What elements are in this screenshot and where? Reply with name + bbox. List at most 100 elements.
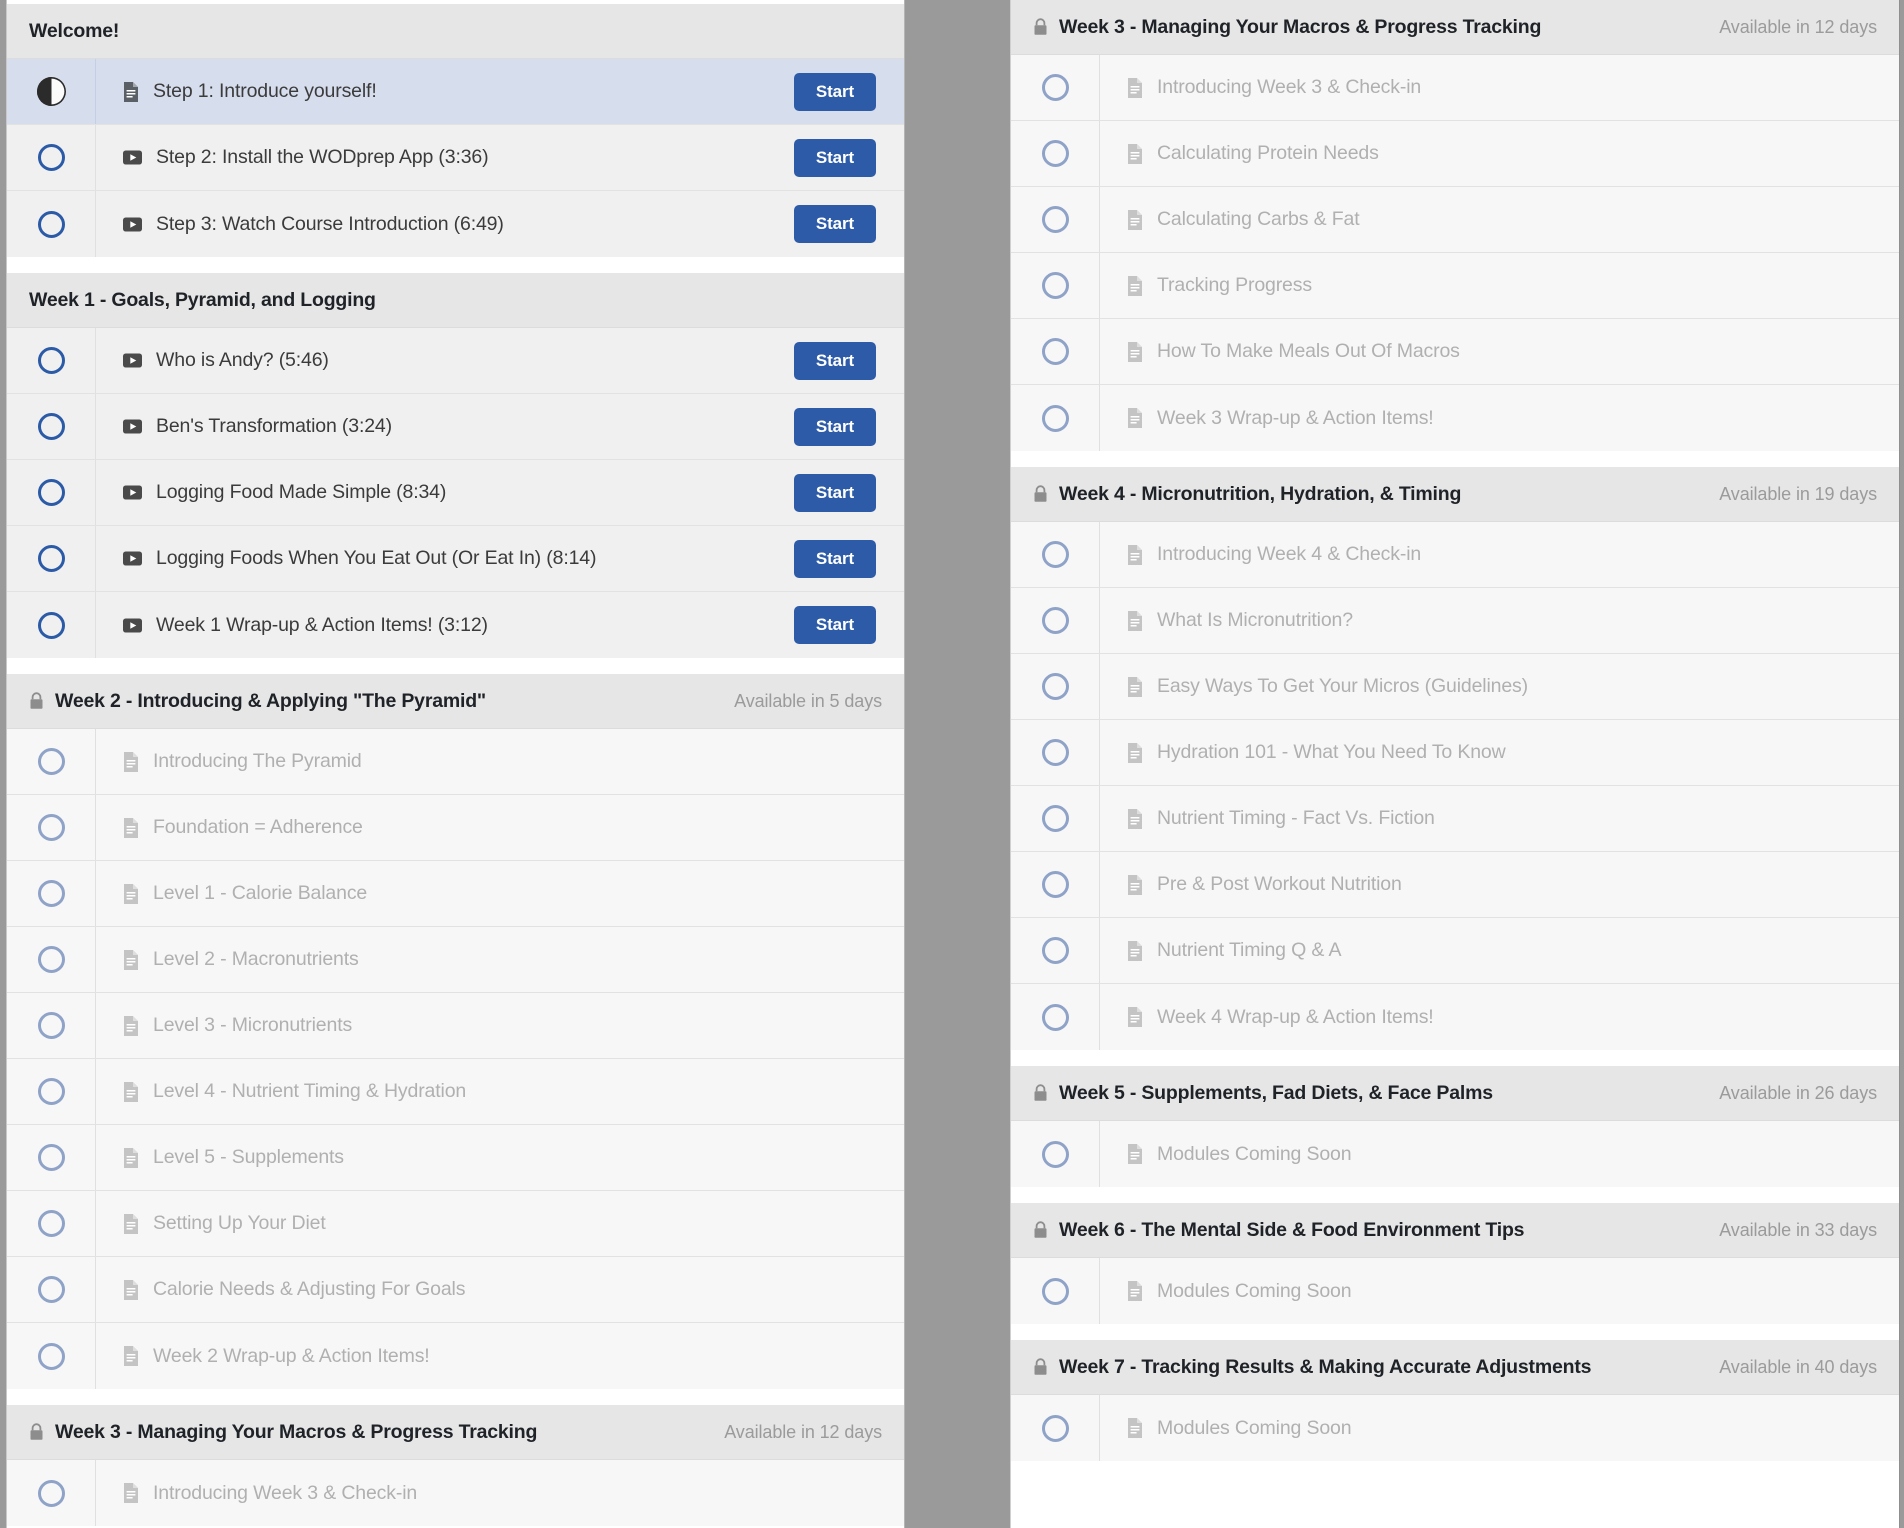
lesson-row[interactable]: How To Make Meals Out Of Macros: [1011, 319, 1899, 385]
lesson-row[interactable]: Easy Ways To Get Your Micros (Guidelines…: [1011, 654, 1899, 720]
lesson-row[interactable]: Week 4 Wrap-up & Action Items!: [1011, 984, 1899, 1050]
lesson-title: Step 3: Watch Course Introduction (6:49): [156, 212, 504, 235]
lesson-row[interactable]: Step 1: Introduce yourself! Start: [7, 59, 904, 125]
lesson-row[interactable]: Modules Coming Soon: [1011, 1395, 1899, 1461]
progress-indicator-empty[interactable]: [37, 1342, 65, 1370]
progress-indicator-empty[interactable]: [1041, 1277, 1069, 1305]
lesson-row[interactable]: Introducing Week 4 & Check-in: [1011, 522, 1899, 588]
progress-indicator-empty[interactable]: [37, 880, 65, 907]
progress-indicator-empty[interactable]: [1041, 541, 1069, 568]
section-header[interactable]: Week 5 - Supplements, Fad Diets, & Face …: [1011, 1066, 1899, 1121]
progress-indicator-empty[interactable]: [37, 347, 65, 374]
start-button[interactable]: Start: [794, 138, 876, 177]
lesson-title: Calculating Protein Needs: [1157, 142, 1379, 164]
progress-indicator-empty[interactable]: [37, 413, 65, 440]
progress-indicator-empty[interactable]: [1041, 739, 1069, 766]
lesson-row[interactable]: Ben's Transformation (3:24) Start: [7, 394, 904, 460]
progress-indicator-empty[interactable]: [37, 814, 65, 841]
progress-indicator-empty[interactable]: [37, 748, 65, 775]
lesson-row[interactable]: Foundation = Adherence: [7, 795, 904, 861]
lesson-row[interactable]: Level 3 - Micronutrients: [7, 993, 904, 1059]
section-header[interactable]: Week 3 - Managing Your Macros & Progress…: [7, 1405, 904, 1460]
progress-indicator-empty[interactable]: [1041, 1003, 1069, 1031]
lesson-row[interactable]: Introducing Week 3 & Check-in: [7, 1460, 904, 1526]
section-header[interactable]: Welcome!: [7, 4, 904, 59]
lesson-row[interactable]: Week 2 Wrap-up & Action Items!: [7, 1323, 904, 1389]
start-button[interactable]: Start: [794, 72, 876, 111]
lesson-title: Setting Up Your Diet: [153, 1212, 326, 1234]
lesson-row[interactable]: Calorie Needs & Adjusting For Goals: [7, 1257, 904, 1323]
progress-indicator-empty[interactable]: [1041, 1414, 1069, 1442]
progress-indicator-empty[interactable]: [37, 1078, 65, 1105]
progress-indicator-empty[interactable]: [37, 144, 65, 171]
progress-indicator-empty[interactable]: [1041, 272, 1069, 299]
lesson-row[interactable]: Level 5 - Supplements: [7, 1125, 904, 1191]
lesson-row[interactable]: Step 2: Install the WODprep App (3:36) St…: [7, 125, 904, 191]
lesson-row[interactable]: Introducing The Pyramid: [7, 729, 904, 795]
lesson-status-cell: [7, 328, 95, 393]
lesson-title: Step 1: Introduce yourself!: [153, 80, 377, 102]
lesson-status-cell: [7, 125, 95, 190]
lesson-row[interactable]: Pre & Post Workout Nutrition: [1011, 852, 1899, 918]
progress-indicator-empty[interactable]: [1041, 871, 1069, 898]
progress-indicator-empty[interactable]: [1041, 140, 1069, 167]
progress-indicator-empty[interactable]: [37, 1210, 65, 1237]
section-title: Week 3 - Managing Your Macros & Progress…: [55, 1420, 538, 1443]
progress-indicator-empty[interactable]: [37, 545, 65, 572]
lock-icon: [1033, 1084, 1048, 1102]
start-button[interactable]: Start: [794, 606, 876, 644]
lock-icon: [1033, 18, 1048, 36]
lesson-row[interactable]: Modules Coming Soon: [1011, 1258, 1899, 1324]
lesson-row[interactable]: Logging Food Made Simple (8:34) Start: [7, 460, 904, 526]
lesson-row[interactable]: Level 4 - Nutrient Timing & Hydration: [7, 1059, 904, 1125]
section-title: Welcome!: [29, 19, 120, 42]
section-header[interactable]: Week 2 - Introducing & Applying "The Pyr…: [7, 674, 904, 729]
start-button[interactable]: Start: [794, 407, 876, 446]
progress-indicator-empty[interactable]: [1041, 607, 1069, 634]
lesson-row[interactable]: Nutrient Timing - Fact Vs. Fiction: [1011, 786, 1899, 852]
progress-indicator-empty[interactable]: [37, 479, 65, 506]
lesson-action-cell: Start: [794, 138, 904, 177]
lesson-row[interactable]: Who is Andy? (5:46) Start: [7, 328, 904, 394]
progress-indicator-empty[interactable]: [37, 946, 65, 973]
progress-indicator-empty[interactable]: [37, 1276, 65, 1303]
progress-indicator-empty[interactable]: [37, 210, 65, 238]
section-header[interactable]: Week 7 - Tracking Results & Making Accur…: [1011, 1340, 1899, 1395]
lesson-row[interactable]: Calculating Protein Needs: [1011, 121, 1899, 187]
progress-indicator-empty[interactable]: [1041, 1140, 1069, 1168]
lesson-row[interactable]: Week 1 Wrap-up & Action Items! (3:12) Sta…: [7, 592, 904, 658]
lesson-row[interactable]: Modules Coming Soon: [1011, 1121, 1899, 1187]
lesson-row[interactable]: Week 3 Wrap-up & Action Items!: [1011, 385, 1899, 451]
lesson-row[interactable]: Tracking Progress: [1011, 253, 1899, 319]
progress-indicator-empty[interactable]: [1041, 673, 1069, 700]
lesson-row[interactable]: Introducing Week 3 & Check-in: [1011, 55, 1899, 121]
progress-indicator-empty[interactable]: [1041, 338, 1069, 365]
progress-indicator-empty[interactable]: [37, 1479, 65, 1507]
lesson-row[interactable]: Setting Up Your Diet: [7, 1191, 904, 1257]
progress-indicator-empty[interactable]: [1041, 937, 1069, 964]
section-header[interactable]: Week 4 - Micronutrition, Hydration, & Ti…: [1011, 467, 1899, 522]
lesson-row[interactable]: Step 3: Watch Course Introduction (6:49)…: [7, 191, 904, 257]
section-header[interactable]: Week 6 - The Mental Side & Food Environm…: [1011, 1203, 1899, 1258]
lesson-row[interactable]: Level 1 - Calorie Balance: [7, 861, 904, 927]
lesson-row[interactable]: Nutrient Timing Q & A: [1011, 918, 1899, 984]
start-button[interactable]: Start: [794, 473, 876, 512]
start-button[interactable]: Start: [794, 539, 876, 578]
progress-indicator-empty[interactable]: [37, 1012, 65, 1039]
lesson-row[interactable]: Hydration 101 - What You Need To Know: [1011, 720, 1899, 786]
section-header[interactable]: Week 3 - Managing Your Macros & Progress…: [1011, 0, 1899, 55]
lesson-row[interactable]: Logging Foods When You Eat Out (Or Eat I…: [7, 526, 904, 592]
progress-indicator-empty[interactable]: [37, 1144, 65, 1171]
section-header[interactable]: Week 1 - Goals, Pyramid, and Logging: [7, 273, 904, 328]
progress-indicator-empty[interactable]: [1041, 805, 1069, 832]
progress-indicator-half[interactable]: [36, 77, 66, 106]
lesson-row[interactable]: Calculating Carbs & Fat: [1011, 187, 1899, 253]
start-button[interactable]: Start: [794, 341, 876, 380]
progress-indicator-empty[interactable]: [1041, 404, 1069, 432]
progress-indicator-empty[interactable]: [1041, 74, 1069, 101]
lesson-row[interactable]: Level 2 - Macronutrients: [7, 927, 904, 993]
start-button[interactable]: Start: [794, 205, 876, 243]
progress-indicator-empty[interactable]: [1041, 206, 1069, 233]
progress-indicator-empty[interactable]: [37, 611, 65, 639]
lesson-row[interactable]: What Is Micronutrition?: [1011, 588, 1899, 654]
